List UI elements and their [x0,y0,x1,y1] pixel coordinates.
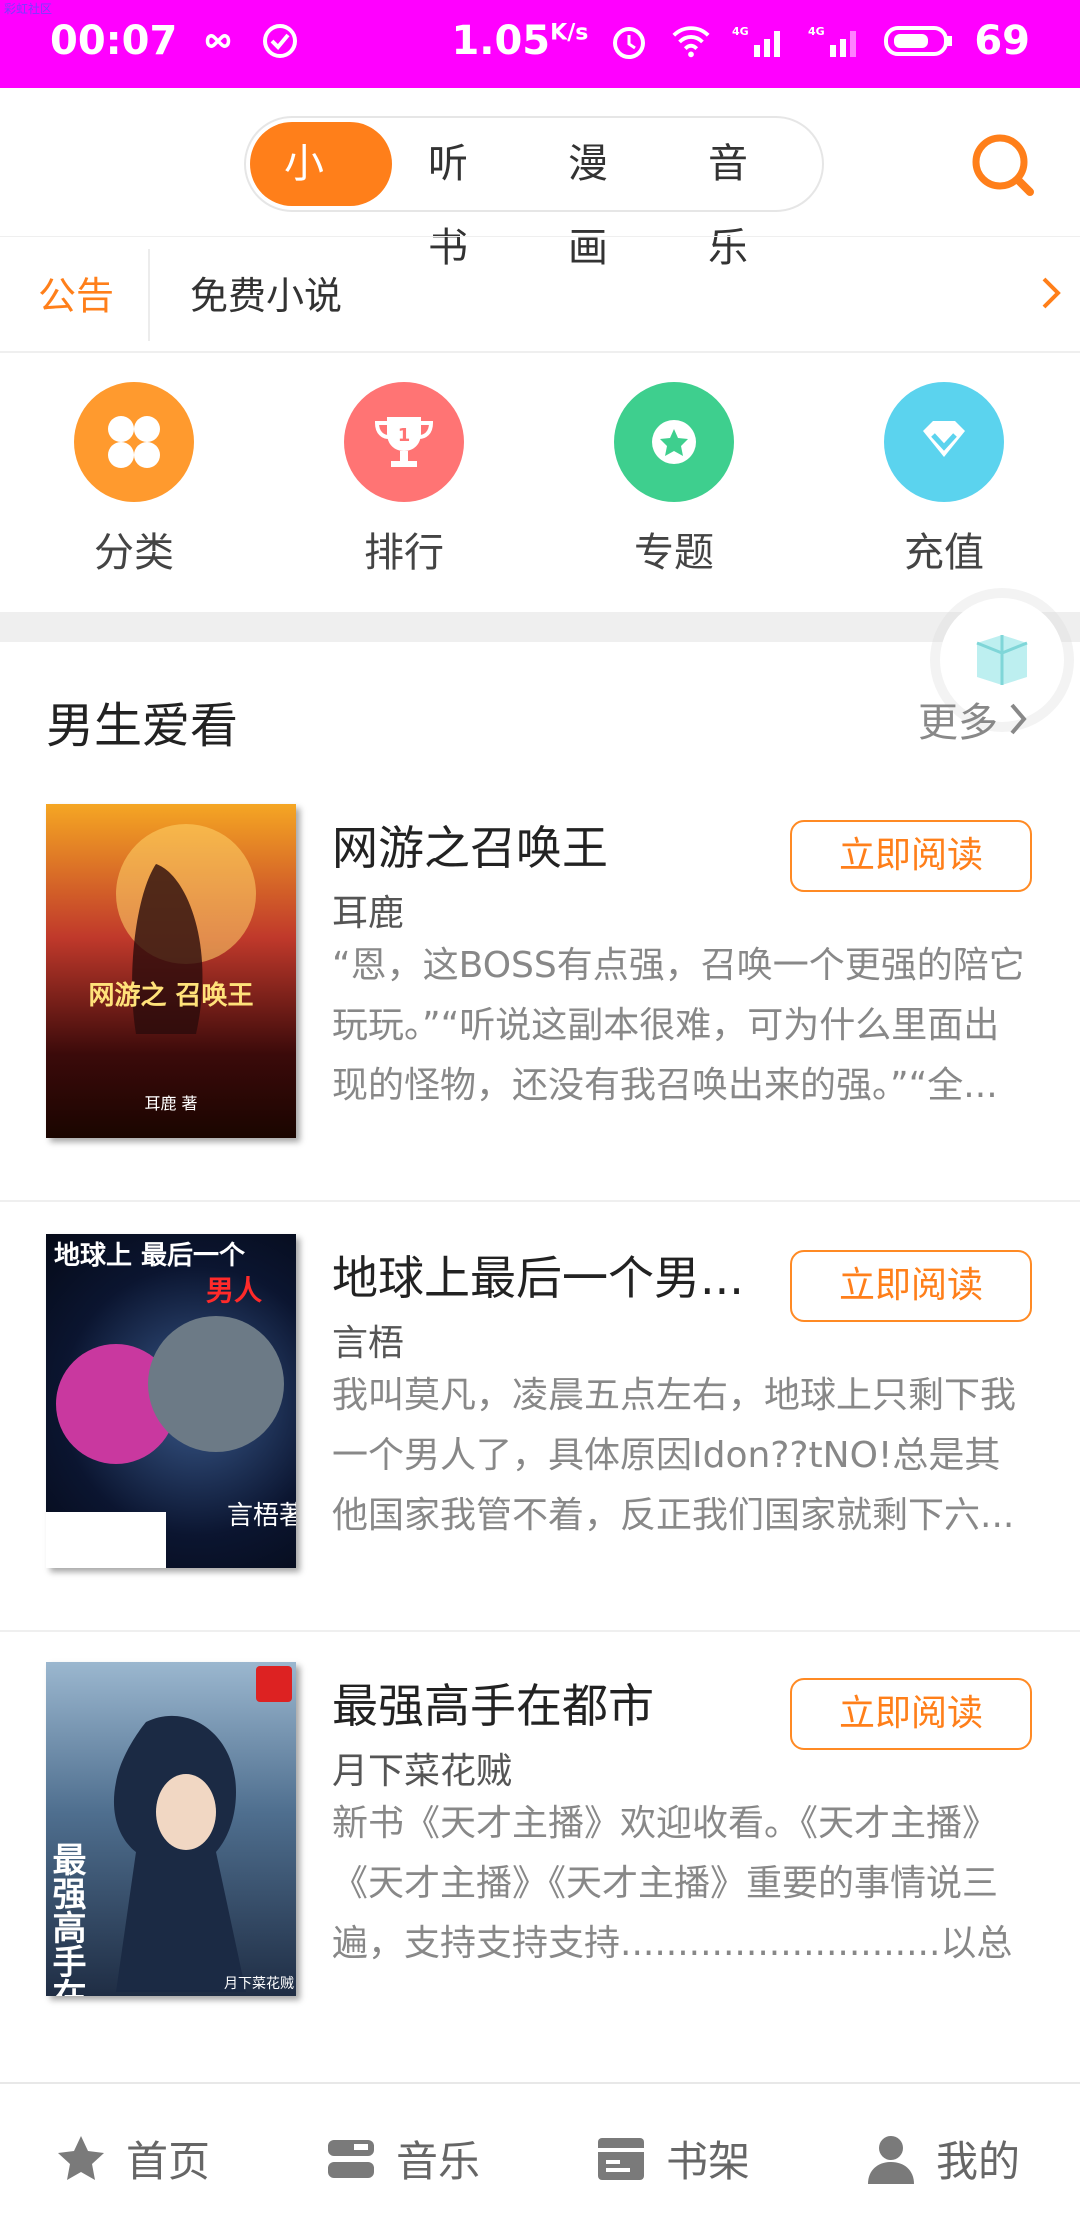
book-item[interactable]: 网游之 召唤王 耳鹿 著 网游之召唤王 耳鹿 “恩，这BOSS有点强，召唤一个更… [0,774,1080,1202]
book-author: 言梧 [332,1323,405,1364]
book-description: “恩，这BOSS有点强，召唤一个更强的陪它玩玩。”“听说这副本很难，可为什么里面… [332,945,1025,1106]
star-icon [614,382,734,502]
svg-text:男人: 男人 [206,1274,262,1307]
nav-music[interactable]: 音乐 [324,2128,480,2189]
chevron-right-icon[interactable] [1036,273,1066,313]
diamond-icon [884,382,1004,502]
grid-icon [74,382,194,502]
bottom-nav: 首页 音乐 书架 我的 [0,2082,1080,2234]
status-bar: 彩虹社区 00:07 1.05K/s 4G 4G 69 [0,0,1080,88]
music-icon [328,2139,374,2178]
quick-item-topics[interactable]: 专题 [604,382,744,578]
quick-label: 专题 [634,530,714,576]
nav-label: 首页 [126,2137,211,2186]
book-title[interactable]: 网游之召唤王 [332,812,608,878]
signal-icon-2: 4G [808,20,864,62]
quick-label: 排行 [364,530,444,576]
nav-profile[interactable]: 我的 [864,2128,1020,2189]
book-cover[interactable]: 网游之 召唤王 耳鹿 著 [46,804,296,1138]
read-now-button[interactable]: 立即阅读 [790,1250,1032,1322]
book-title[interactable]: 最强高手在都市 [332,1670,654,1736]
user-icon [868,2135,914,2184]
quick-item-ranking[interactable]: 1 排行 [334,382,474,578]
search-icon[interactable] [968,130,1038,200]
book-description: 新书《天才主播》欢迎收看。《天才主播》《天才主播》《天才主播》重要的事情说三遍，… [332,1803,1013,1964]
trophy-icon: 1 [344,382,464,502]
quick-item-category[interactable]: 分类 [64,382,204,578]
nav-label: 书架 [666,2137,751,2186]
battery-icon [884,20,954,62]
nav-home[interactable]: 首页 [54,2128,210,2189]
book-cover[interactable]: 最强高手在都市 月下菜花贼 [46,1662,296,1996]
tab-audiobook[interactable]: 听书 [398,122,532,271]
section-divider [0,612,1080,642]
svg-text:4G: 4G [732,25,749,38]
book-item[interactable]: 地球上 最后一个 男人 言梧著 地球上最后一个男... 言梧 我叫莫凡，凌晨五点… [0,1204,1080,1632]
network-speed: 1.05K/s [451,18,589,64]
battery-level: 69 [974,18,1030,64]
notice-text[interactable]: 免费小说 [190,265,342,320]
nav-label: 我的 [936,2137,1021,2186]
more-link[interactable]: 更多 [918,690,1030,748]
section-title: 男生爱看 [46,698,239,754]
chevron-right-icon [1010,703,1027,735]
star-icon [58,2135,104,2180]
book-title[interactable]: 地球上最后一个男... [332,1242,744,1308]
svg-text:1: 1 [398,425,411,446]
wifi-icon [670,20,712,62]
svg-text:月下菜花贼: 月下菜花贼 [224,1976,294,1992]
tab-music[interactable]: 音乐 [678,122,812,271]
book-item[interactable]: 最强高手在都市 月下菜花贼 最强高手在都市 月下菜花贼 新书《天才主播》欢迎收看… [0,1632,1080,2060]
book-author: 月下菜花贼 [332,1751,513,1792]
svg-text:地球上 最后一个: 地球上 最后一个 [54,1241,246,1271]
check-circle-icon [259,20,301,62]
quick-item-recharge[interactable]: 充值 [874,382,1014,578]
svg-text:4G: 4G [808,25,825,38]
status-tiny-text: 彩虹社区 [4,2,53,16]
bookshelf-icon [598,2137,644,2180]
top-bar: 小说 听书 漫画 音乐 [0,88,1080,271]
tab-novel[interactable]: 小说 [250,122,392,271]
quick-menu: 分类 1 排行 专题 充值 [0,352,1080,612]
row-divider [0,1200,1080,1202]
status-time: 00:07 [50,18,178,64]
notice-bar[interactable]: 公告 免费小说 [0,236,1080,353]
svg-text:网游之 召唤王: 网游之 召唤王 [88,980,253,1011]
book-description: 我叫莫凡，凌晨五点左右，地球上只剩下我一个男人了，具体原因Idon??tNO!总… [332,1375,1017,1536]
infinity-icon [197,20,239,62]
read-now-button[interactable]: 立即阅读 [790,1678,1032,1750]
svg-text:耳鹿 著: 耳鹿 著 [144,1094,197,1113]
signal-icon: 4G [732,20,788,62]
tab-comic[interactable]: 漫画 [538,122,672,271]
book-cover[interactable]: 地球上 最后一个 男人 言梧著 [46,1234,296,1568]
book-author: 耳鹿 [332,893,405,934]
alarm-icon [608,20,650,62]
notice-label: 公告 [38,274,115,318]
notice-divider [148,249,150,341]
quick-label: 分类 [94,530,174,576]
nav-bookshelf[interactable]: 书架 [594,2128,750,2189]
nav-label: 音乐 [396,2137,481,2186]
more-label: 更多 [918,700,998,746]
svg-text:言梧著: 言梧著 [227,1501,296,1531]
quick-label: 充值 [904,530,984,576]
read-now-button[interactable]: 立即阅读 [790,820,1032,892]
category-tabs: 小说 听书 漫画 音乐 [244,116,824,271]
svg-text:最强高手在都市: 最强高手在都市 [46,1842,87,1996]
